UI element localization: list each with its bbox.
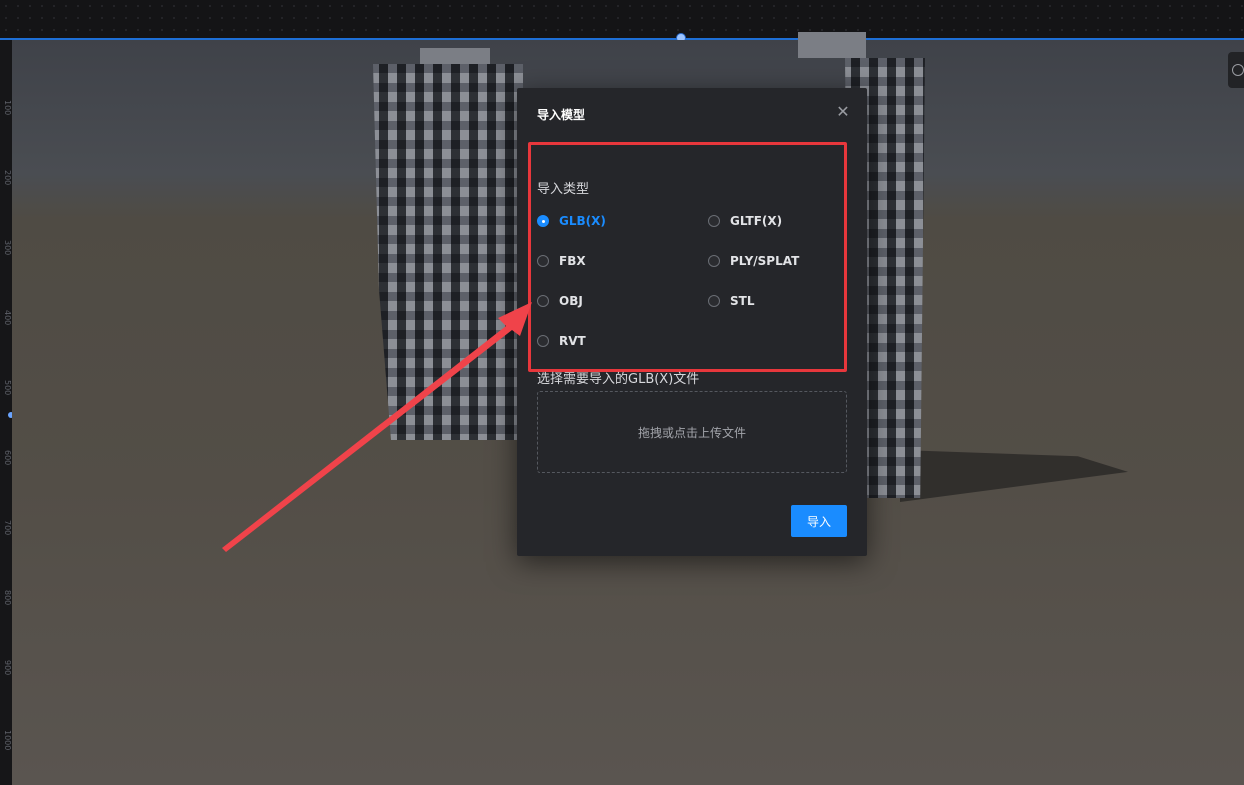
radio-icon[interactable] — [708, 215, 720, 227]
ruler-tick: 500 — [3, 380, 12, 396]
radio-option-label: PLY/SPLAT — [730, 254, 800, 268]
radio-option-label: OBJ — [559, 294, 583, 308]
radio-option-obj[interactable]: OBJ — [537, 292, 583, 310]
building-roof — [798, 32, 866, 58]
radio-icon[interactable] — [537, 295, 549, 307]
radio-icon[interactable] — [537, 255, 549, 267]
radio-option-label: RVT — [559, 334, 586, 348]
radio-option-label: FBX — [559, 254, 586, 268]
top-toolbar — [0, 0, 1244, 40]
import-model-dialog: 导入模型 ✕ 导入类型 GLB(X) GLTF(X) FBX PLY/SPLAT… — [517, 88, 867, 556]
building-model-left[interactable] — [373, 64, 523, 440]
ruler-tick: 900 — [3, 660, 12, 676]
radio-option-fbx[interactable]: FBX — [537, 252, 586, 270]
radio-icon[interactable] — [708, 295, 720, 307]
ruler-tick: 300 — [3, 240, 12, 256]
ruler-tick: 200 — [3, 170, 12, 186]
radio-option-rvt[interactable]: RVT — [537, 332, 586, 350]
radio-option-label: GLTF(X) — [730, 214, 783, 228]
ruler-tick: 700 — [3, 520, 12, 536]
file-select-label: 选择需要导入的GLB(X)文件 — [537, 372, 700, 387]
radio-icon[interactable] — [537, 335, 549, 347]
radio-option-glbx[interactable]: GLB(X) — [537, 212, 606, 230]
dialog-title: 导入模型 — [537, 108, 586, 122]
import-type-label: 导入类型 — [537, 182, 590, 197]
radio-option-label: GLB(X) — [559, 214, 606, 228]
radio-option-gltfx[interactable]: GLTF(X) — [708, 212, 782, 230]
view-tool-button[interactable] — [1228, 52, 1244, 88]
ruler-tick: 800 — [3, 590, 12, 606]
close-icon[interactable]: ✕ — [833, 102, 853, 122]
upload-placeholder: 拖拽或点击上传文件 — [637, 425, 746, 440]
app-root: 100 200 300 400 500 600 700 800 900 1000… — [0, 0, 1244, 785]
radio-icon[interactable] — [537, 215, 549, 227]
ruler-tick: 1000 — [3, 730, 12, 751]
ruler-tick: 100 — [3, 100, 12, 116]
ruler-tick: 400 — [3, 310, 12, 326]
ruler-tick: 600 — [3, 450, 12, 466]
radio-option-ply-splat[interactable]: PLY/SPLAT — [708, 252, 799, 270]
radio-icon[interactable] — [708, 255, 720, 267]
radio-option-stl[interactable]: STL — [708, 292, 754, 310]
import-button[interactable]: 导入 — [791, 505, 847, 537]
compass-icon — [1232, 64, 1244, 76]
file-upload-dropzone[interactable]: 拖拽或点击上传文件 — [537, 391, 847, 473]
radio-option-label: STL — [730, 294, 755, 308]
building-roof — [420, 48, 490, 64]
